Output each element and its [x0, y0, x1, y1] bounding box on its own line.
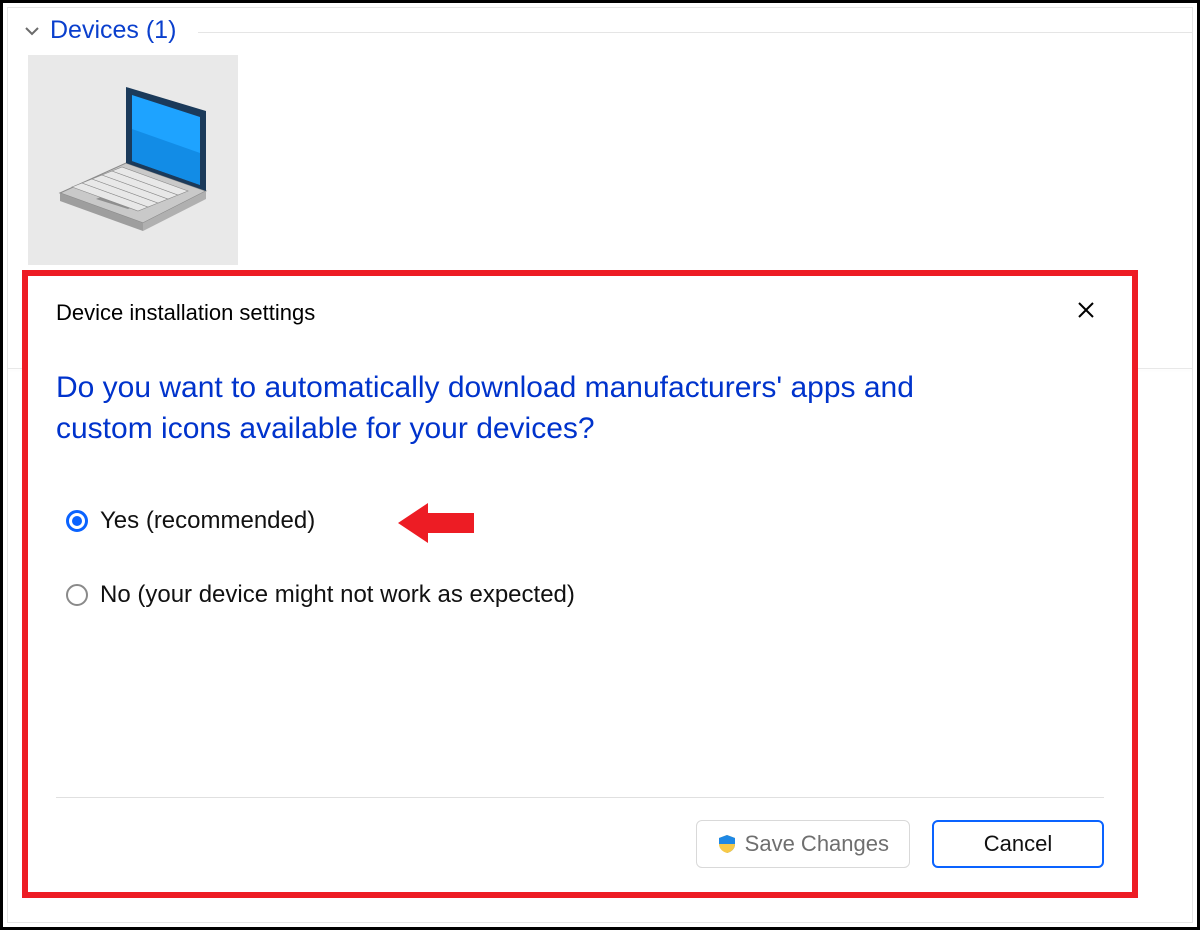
save-changes-button[interactable]: Save Changes: [696, 820, 910, 868]
radio-label-yes: Yes (recommended): [100, 507, 315, 535]
close-icon[interactable]: [1068, 296, 1104, 330]
dialog-title: Device installation settings: [56, 300, 315, 326]
cancel-label: Cancel: [984, 831, 1052, 857]
devices-section-title: Devices (1): [50, 16, 176, 45]
annotation-arrow-icon: [398, 501, 474, 545]
save-changes-label: Save Changes: [745, 831, 889, 857]
device-tile[interactable]: [28, 55, 238, 265]
radio-option-no[interactable]: No (your device might not work as expect…: [66, 581, 1104, 609]
laptop-icon: [48, 83, 218, 238]
radio-indicator-selected: [66, 510, 88, 532]
radio-indicator-unselected: [66, 584, 88, 606]
radio-option-yes[interactable]: Yes (recommended): [66, 507, 1104, 535]
dialog-titlebar: Device installation settings: [56, 294, 1104, 332]
screenshot-frame: Devices (1): [0, 0, 1200, 930]
devices-panel: Devices (1): [7, 7, 1193, 923]
chevron-down-icon: [22, 21, 42, 41]
dialog-footer: Save Changes Cancel: [56, 797, 1104, 868]
devices-section-header[interactable]: Devices (1): [8, 8, 190, 45]
radio-group: Yes (recommended) No (your device might …: [66, 507, 1104, 655]
device-installation-settings-dialog: Device installation settings Do you want…: [22, 270, 1138, 898]
radio-label-no: No (your device might not work as expect…: [100, 581, 575, 609]
dialog-question: Do you want to automatically download ma…: [56, 368, 1016, 449]
divider: [198, 32, 1192, 33]
shield-icon: [717, 834, 737, 854]
cancel-button[interactable]: Cancel: [932, 820, 1104, 868]
